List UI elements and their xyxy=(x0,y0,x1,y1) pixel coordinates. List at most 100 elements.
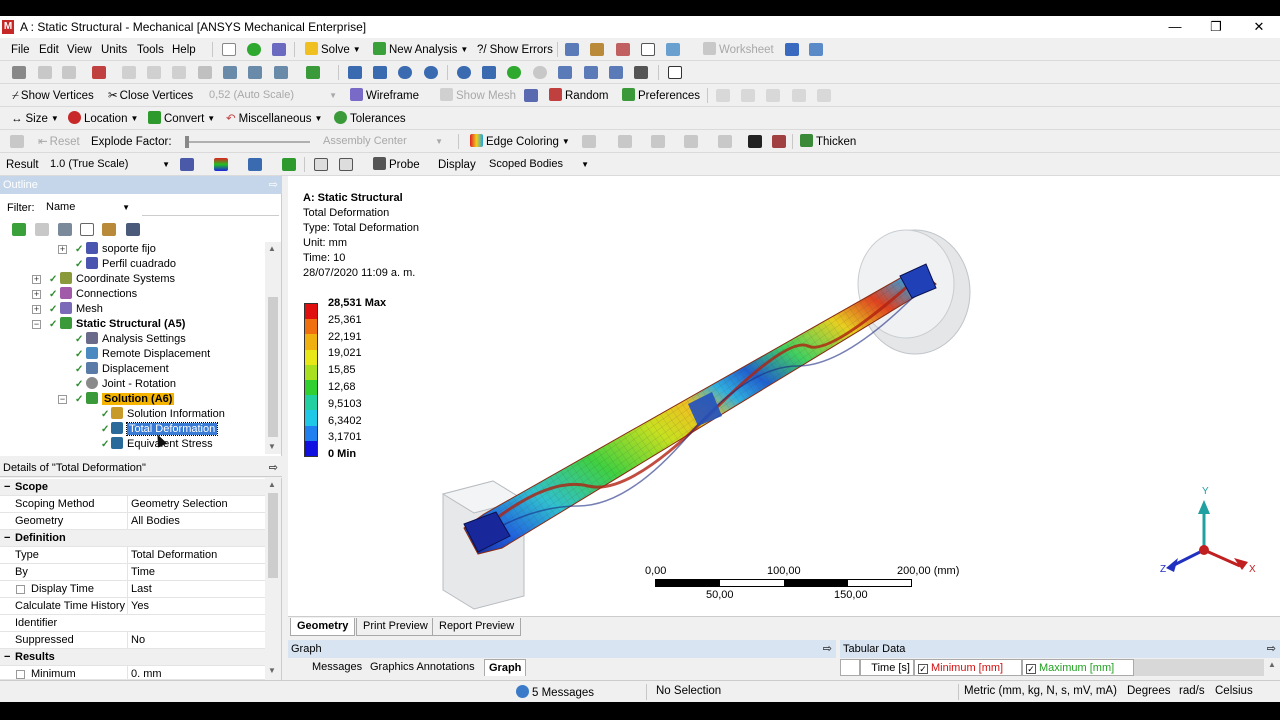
new-analysis-button[interactable]: New Analysis ▼ xyxy=(373,42,468,58)
tree-item-total-deformation[interactable]: Total Deformation xyxy=(111,422,219,437)
report-icon[interactable] xyxy=(590,43,604,56)
parameter-checkbox[interactable] xyxy=(16,670,25,679)
random-colors-button[interactable]: Random xyxy=(549,88,608,104)
zoom-icon[interactable] xyxy=(398,66,412,79)
axis-triad[interactable] xyxy=(1158,486,1258,581)
show-mesh-button[interactable]: Show Mesh xyxy=(440,88,516,104)
details-row-display-time[interactable]: Display Time Last xyxy=(0,581,265,598)
magnifier-disabled-icon[interactable] xyxy=(533,66,547,79)
details-section-results[interactable]: − Results xyxy=(0,649,265,666)
cube-icon[interactable] xyxy=(306,66,320,79)
vector-icon[interactable] xyxy=(282,158,296,171)
tree-item-mesh[interactable]: Mesh xyxy=(60,302,103,317)
details-section-definition[interactable]: − Definition xyxy=(0,530,265,547)
show-vertices-button[interactable]: ⌿ Show Vertices xyxy=(12,88,94,104)
viewports-icon[interactable] xyxy=(668,66,682,79)
row-value[interactable]: Time xyxy=(127,564,264,581)
edge-select-icon[interactable] xyxy=(62,66,76,79)
solve-button[interactable]: Solve ▼ xyxy=(305,42,361,58)
tab-graph[interactable]: Graph xyxy=(484,659,527,676)
details-scrollbar[interactable]: ▲ ▼ xyxy=(265,478,281,680)
row-value[interactable]: Geometry Selection xyxy=(127,496,264,513)
body-select-icon[interactable] xyxy=(147,66,161,79)
filter-combo[interactable]: Name ▼ xyxy=(42,200,134,216)
scoped-bodies-combo[interactable]: Scoped Bodies ▼ xyxy=(484,156,594,173)
unit-system-status[interactable]: Metric (mm, kg, N, s, mV, mA) xyxy=(964,685,1117,697)
miscellaneous-button[interactable]: ↶ Miscellaneous ▼ xyxy=(226,111,322,127)
menu-file[interactable]: File xyxy=(11,42,30,58)
details-row-geometry[interactable]: Geometry All Bodies xyxy=(0,513,265,530)
details-scroll-thumb[interactable] xyxy=(268,493,278,578)
pin-icon[interactable]: ⇨ xyxy=(1267,640,1276,658)
messages-status[interactable]: 5 Messages xyxy=(516,685,594,699)
explode-icon[interactable] xyxy=(10,135,24,148)
green-check-icon[interactable] xyxy=(247,43,261,56)
extend-limits-icon[interactable] xyxy=(248,66,262,79)
size-button[interactable]: ↔ Size ▼ xyxy=(11,111,59,127)
tree-expander[interactable]: − xyxy=(58,395,67,404)
menu-view[interactable]: View xyxy=(67,42,92,58)
edge-option-3-icon[interactable] xyxy=(651,135,665,148)
row-value[interactable]: 0. mm xyxy=(127,666,264,679)
collapse-icon[interactable] xyxy=(80,223,94,236)
folder-icon[interactable] xyxy=(102,223,116,236)
model-render[interactable] xyxy=(288,176,1280,616)
sort-icon[interactable] xyxy=(126,223,140,236)
outline-scroll-thumb[interactable] xyxy=(268,297,278,437)
rotational-velocity-unit-status[interactable]: rad/s xyxy=(1179,685,1205,697)
contour-icon[interactable] xyxy=(214,158,228,171)
pin-icon[interactable]: ⇨ xyxy=(269,176,278,194)
explode-slider-thumb[interactable] xyxy=(185,136,189,148)
text-icon[interactable] xyxy=(641,43,655,56)
tab-messages[interactable]: Messages xyxy=(308,659,366,676)
pin-icon[interactable]: ⇨ xyxy=(823,640,832,658)
tree-item-soporte-fijo[interactable]: soporte fijo xyxy=(86,242,156,257)
rotate-icon[interactable] xyxy=(348,66,362,79)
tree-item-connections[interactable]: Connections xyxy=(60,287,137,302)
details-section-scope[interactable]: − Scope xyxy=(0,479,265,496)
refresh-icon[interactable] xyxy=(12,223,26,236)
geometry-display-icon[interactable] xyxy=(180,158,194,171)
tree-item-perfil-cuadrado[interactable]: Perfil cuadrado xyxy=(86,257,176,272)
tree-item-coordinate-systems[interactable]: Coordinate Systems xyxy=(60,272,175,287)
tab-geometry[interactable]: Geometry xyxy=(290,618,356,636)
pointer-icon[interactable] xyxy=(92,66,106,79)
collapse-icon[interactable]: − xyxy=(4,530,10,547)
vertex-select-icon[interactable] xyxy=(38,66,52,79)
details-row-by[interactable]: By Time xyxy=(0,564,265,581)
row-value[interactable]: No xyxy=(127,632,264,649)
scroll-up-icon[interactable]: ▲ xyxy=(268,244,276,253)
image-icon[interactable] xyxy=(616,43,630,56)
tree-expander[interactable]: + xyxy=(58,245,67,254)
location-button[interactable]: Location ▼ xyxy=(68,111,138,127)
pan-icon[interactable] xyxy=(373,66,387,79)
temperature-unit-status[interactable]: Celsius xyxy=(1215,685,1253,697)
worksheet-button[interactable]: Worksheet xyxy=(703,42,774,58)
max-label-icon[interactable] xyxy=(314,158,328,171)
edge-direction-icon[interactable] xyxy=(748,135,762,148)
edge-coloring-button[interactable]: Edge Coloring ▼ xyxy=(470,134,570,150)
extend-tangent-icon[interactable] xyxy=(274,66,288,79)
tree-item-solution[interactable]: Solution (A6) xyxy=(86,392,175,407)
edge-option-2-icon[interactable] xyxy=(618,135,632,148)
column-minimum[interactable]: ✓ Minimum [mm] xyxy=(914,659,1022,676)
column-checkbox[interactable]: ✓ xyxy=(1026,664,1036,674)
edge-option-1-icon[interactable] xyxy=(582,135,596,148)
menu-help[interactable]: Help xyxy=(172,42,196,58)
column-maximum[interactable]: ✓ Maximum [mm] xyxy=(1022,659,1134,676)
tree-expander[interactable]: + xyxy=(32,290,41,299)
twisted-bar[interactable] xyxy=(463,263,937,555)
column-time[interactable]: Time [s] xyxy=(860,659,914,676)
menu-units[interactable]: Units xyxy=(101,42,127,58)
row-value[interactable]: Last xyxy=(127,581,264,598)
restore-button[interactable]: ❐ xyxy=(1201,18,1231,36)
tree-expander[interactable]: − xyxy=(32,320,41,329)
close-vertices-button[interactable]: ✂ Close Vertices xyxy=(108,88,193,104)
thicken-button[interactable]: Thicken xyxy=(800,134,856,150)
edge-disabled-icon[interactable] xyxy=(741,89,755,102)
row-value[interactable]: Total Deformation xyxy=(127,547,264,564)
face-select-icon[interactable] xyxy=(122,66,136,79)
scroll-down-icon[interactable]: ▼ xyxy=(268,442,276,451)
filter-search-input[interactable] xyxy=(142,200,279,216)
tab-graphics-annotations[interactable]: Graphics Annotations xyxy=(366,659,479,676)
